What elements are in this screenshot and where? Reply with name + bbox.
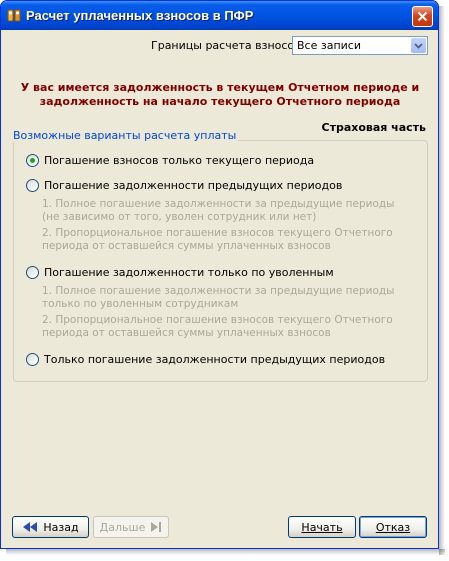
section-title: Страховая часть: [321, 121, 427, 134]
start-button-label: Начать: [301, 520, 343, 534]
option-label: Погашение задолженности предыдущих перио…: [44, 179, 343, 192]
option-only-previous[interactable]: Только погашение задолженности предыдущи…: [26, 353, 385, 366]
start-button[interactable]: Начать: [288, 516, 356, 538]
radio-selected-dot: [30, 158, 35, 163]
cancel-button[interactable]: Отказ: [359, 516, 427, 538]
dropdown-arrow-button[interactable]: [411, 38, 426, 53]
radio-dismissed-only[interactable]: [26, 266, 39, 279]
radio-only-previous[interactable]: [26, 353, 39, 366]
options-group: [13, 140, 428, 382]
option-note: 1. Полное погашение задолженности за пре…: [42, 285, 395, 310]
app-icon: [7, 9, 21, 22]
option-note: 2. Пропорциональное погашение взносов те…: [42, 227, 393, 252]
title-bar[interactable]: Расчет уплаченных взносов в ПФР: [1, 1, 438, 30]
window-shadow-right: [439, 6, 445, 555]
bounds-select-value: Все записи: [297, 39, 361, 52]
close-button[interactable]: [412, 6, 433, 27]
close-icon: [417, 11, 428, 22]
bounds-label: Границы расчета взносов:: [151, 39, 305, 52]
cancel-button-label: Отказ: [375, 520, 411, 534]
window-shadow-bottom: [6, 549, 445, 555]
chevron-down-icon: [414, 42, 423, 49]
option-note: 2. Пропорциональное погашение взносов те…: [42, 314, 393, 339]
next-button-label: Дальше: [99, 520, 146, 534]
option-label: Погашение задолженности только по уволен…: [44, 266, 334, 279]
debt-warning: У вас имеется задолженность в текущем От…: [14, 81, 426, 109]
option-note: 1. Полное погашение задолженности за пре…: [42, 198, 395, 223]
radio-previous-periods[interactable]: [26, 179, 39, 192]
next-button[interactable]: Дальше: [93, 516, 169, 538]
next-arrow-icon: [151, 522, 162, 532]
option-label: Только погашение задолженности предыдущи…: [44, 353, 386, 366]
option-label: Погашение взносов только текущего период…: [44, 154, 315, 167]
radio-current-period[interactable]: [26, 154, 39, 167]
option-current-period[interactable]: Погашение взносов только текущего период…: [26, 154, 314, 167]
debt-warning-line1: У вас имеется задолженность в текущем От…: [20, 81, 420, 94]
rewind-arrow-icon: [23, 522, 38, 532]
option-dismissed-only[interactable]: Погашение задолженности только по уволен…: [26, 266, 334, 279]
back-button-label: Назад: [43, 520, 79, 534]
window-title: Расчет уплаченных взносов в ПФР: [26, 8, 254, 23]
options-group-legend: Возможные варианты расчета уплаты: [11, 129, 239, 142]
back-button[interactable]: Назад: [12, 516, 89, 538]
option-previous-periods[interactable]: Погашение задолженности предыдущих перио…: [26, 179, 342, 192]
bounds-select[interactable]: Все записи: [292, 36, 428, 55]
dialog-content: Границы расчета взносов: Все записи У ва…: [4, 30, 435, 545]
dialog-window: Расчет уплаченных взносов в ПФР Границы …: [0, 0, 439, 549]
debt-warning-line2: задолженность на начало текущего Отчетно…: [39, 95, 401, 108]
